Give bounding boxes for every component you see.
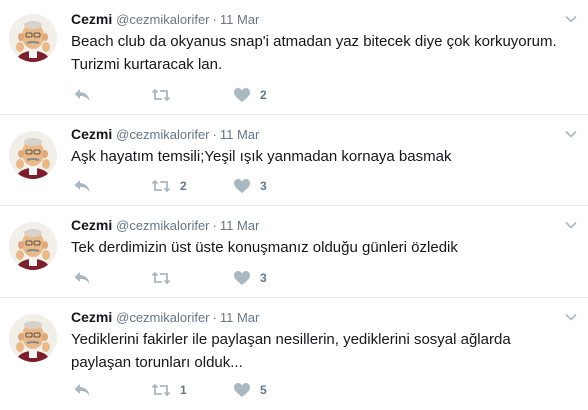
tweet-header: Cezmi @cezmikalorifer · 11 Mar bbox=[71, 308, 259, 326]
like-button[interactable]: 3 bbox=[233, 176, 267, 196]
tweet-timestamp[interactable]: 11 Mar bbox=[220, 310, 260, 325]
reply-icon bbox=[73, 87, 91, 103]
reply-icon bbox=[73, 270, 91, 286]
chevron-down-icon[interactable] bbox=[564, 127, 578, 141]
avatar[interactable] bbox=[9, 131, 57, 179]
tweet-header: Cezmi @cezmikalorifer · 11 Mar bbox=[71, 125, 259, 143]
separator-dot: · bbox=[212, 12, 217, 27]
like-count: 2 bbox=[260, 88, 267, 102]
tweet-actions: 1 5 bbox=[71, 380, 331, 400]
reply-button[interactable] bbox=[73, 85, 91, 105]
reply-button[interactable] bbox=[73, 268, 91, 288]
retweet-button[interactable] bbox=[151, 85, 180, 105]
tweet[interactable]: Cezmi @cezmikalorifer · 11 Mar Aşk hayatım… bbox=[0, 115, 588, 206]
heart-icon bbox=[233, 87, 251, 103]
user-name[interactable]: Cezmi bbox=[71, 309, 112, 325]
retweet-icon bbox=[151, 382, 171, 398]
tweet-actions: 2 3 bbox=[71, 176, 331, 196]
heart-icon bbox=[233, 382, 251, 398]
retweet-button[interactable]: 1 bbox=[151, 380, 187, 400]
avatar[interactable] bbox=[9, 314, 57, 362]
user-handle[interactable]: @cezmikalorifer bbox=[116, 218, 209, 233]
tweet-actions: 2 bbox=[71, 85, 331, 105]
tweet-text: Yediklerini fakirler ile paylaşan nesill… bbox=[71, 331, 511, 371]
chevron-down-icon[interactable] bbox=[564, 310, 578, 324]
heart-icon bbox=[233, 178, 251, 194]
reply-icon bbox=[73, 178, 91, 194]
tweet-text: Tek derdimizin üst üste konuşmanız olduğ… bbox=[71, 239, 458, 256]
like-button[interactable]: 5 bbox=[233, 380, 267, 400]
tweet-text: Beach club da okyanus snap'i atmadan yaz… bbox=[71, 33, 557, 73]
chevron-down-icon[interactable] bbox=[564, 12, 578, 26]
retweet-icon bbox=[151, 178, 171, 194]
like-count: 5 bbox=[260, 383, 267, 397]
heart-icon bbox=[233, 270, 251, 286]
avatar[interactable] bbox=[9, 222, 57, 270]
separator-dot: · bbox=[212, 218, 217, 233]
separator-dot: · bbox=[212, 310, 217, 325]
retweet-icon bbox=[151, 87, 171, 103]
tweet-timestamp[interactable]: 11 Mar bbox=[220, 218, 260, 233]
tweet-header: Cezmi @cezmikalorifer · 11 Mar bbox=[71, 10, 259, 28]
tweet[interactable]: Cezmi @cezmikalorifer · 11 Mar Tek derdimi… bbox=[0, 206, 588, 298]
separator-dot: · bbox=[212, 127, 217, 142]
user-handle[interactable]: @cezmikalorifer bbox=[116, 12, 209, 27]
reply-button[interactable] bbox=[73, 176, 91, 196]
tweet-text: Aşk hayatım temsili;Yeşil ışık yanmadan … bbox=[71, 148, 452, 165]
retweet-count: 2 bbox=[180, 179, 187, 193]
retweet-button[interactable] bbox=[151, 268, 180, 288]
like-count: 3 bbox=[260, 179, 267, 193]
tweet-actions: 3 bbox=[71, 268, 331, 288]
user-name[interactable]: Cezmi bbox=[71, 217, 112, 233]
reply-button[interactable] bbox=[73, 380, 91, 400]
user-name[interactable]: Cezmi bbox=[71, 11, 112, 27]
tweet-header: Cezmi @cezmikalorifer · 11 Mar bbox=[71, 216, 259, 234]
like-count: 3 bbox=[260, 271, 267, 285]
reply-icon bbox=[73, 382, 91, 398]
retweet-button[interactable]: 2 bbox=[151, 176, 187, 196]
tweet[interactable]: Cezmi @cezmikalorifer · 11 Mar Beach club … bbox=[0, 0, 588, 115]
like-button[interactable]: 3 bbox=[233, 268, 267, 288]
retweet-icon bbox=[151, 270, 171, 286]
chevron-down-icon[interactable] bbox=[564, 218, 578, 232]
like-button[interactable]: 2 bbox=[233, 85, 267, 105]
retweet-count: 1 bbox=[180, 383, 187, 397]
tweet[interactable]: Cezmi @cezmikalorifer · 11 Mar Yediklerini… bbox=[0, 298, 588, 410]
timeline: Cezmi @cezmikalorifer · 11 Mar Beach club … bbox=[0, 0, 588, 410]
user-name[interactable]: Cezmi bbox=[71, 126, 112, 142]
tweet-timestamp[interactable]: 11 Mar bbox=[220, 127, 260, 142]
avatar[interactable] bbox=[9, 14, 57, 62]
user-handle[interactable]: @cezmikalorifer bbox=[116, 127, 209, 142]
tweet-timestamp[interactable]: 11 Mar bbox=[220, 12, 260, 27]
user-handle[interactable]: @cezmikalorifer bbox=[116, 310, 209, 325]
